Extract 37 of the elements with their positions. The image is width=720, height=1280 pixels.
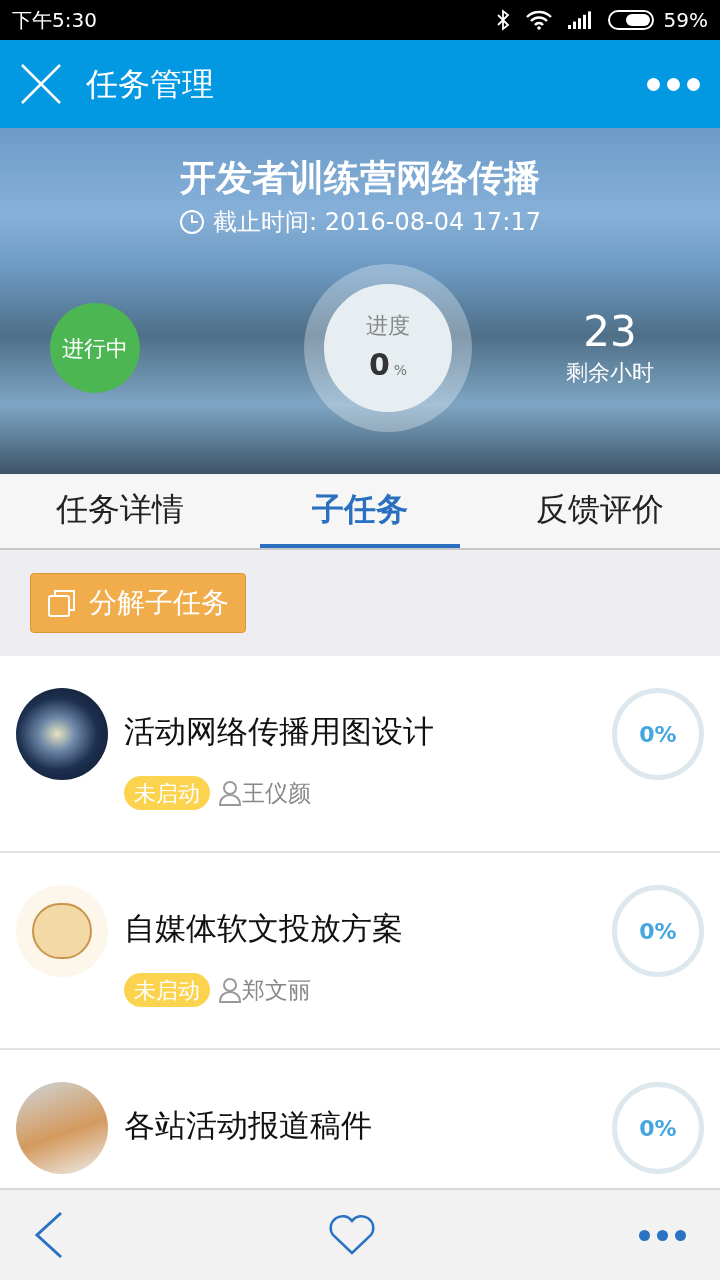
status-badge: 进行中	[50, 303, 140, 393]
remaining-label: 剩余小时	[566, 358, 654, 387]
subtask-title: 活动网络传播用图设计	[124, 712, 435, 751]
task-title: 开发者训练营网络传播	[180, 156, 540, 200]
percent-label: 0%	[639, 1114, 677, 1143]
favorite-button[interactable]	[327, 1214, 376, 1256]
wifi-icon	[525, 10, 552, 30]
status-tag: 未启动	[124, 973, 210, 1008]
progress-value: 0	[368, 346, 390, 384]
signal-icon	[567, 11, 592, 29]
close-button[interactable]	[20, 63, 62, 105]
bluetooth-icon	[495, 9, 510, 31]
subtask-row[interactable]: 各站活动报道稿件 0%	[0, 1050, 720, 1188]
subtask-title: 各站活动报道稿件	[124, 1106, 373, 1145]
tab[interactable]: 任务详情	[20, 474, 220, 548]
subtask-title: 自媒体软文投放方案	[124, 909, 404, 948]
person-icon	[218, 977, 242, 1004]
progress-label: 进度	[366, 312, 410, 340]
page-title: 任务管理	[86, 64, 214, 105]
subtask-row[interactable]: 自媒体软文投放方案 未启动 郑文丽 0%	[0, 853, 720, 1050]
tab[interactable]: 反馈评价	[500, 474, 700, 548]
status-time: 下午5:30	[12, 7, 97, 34]
percent-label: 0%	[639, 720, 677, 749]
battery-icon	[607, 9, 656, 31]
deadline-text: 截止时间: 2016-08-04 17:17	[213, 207, 541, 238]
battery-percent: 59%	[663, 7, 708, 34]
person-icon	[218, 780, 242, 807]
back-button[interactable]	[34, 1211, 64, 1259]
clock-icon	[179, 209, 205, 235]
percent-label: 0%	[639, 917, 677, 946]
subtask-row[interactable]: 活动网络传播用图设计 未启动 王仪颜 0%	[0, 656, 720, 853]
assignee-name: 王仪颜	[242, 779, 311, 808]
status-tag: 未启动	[124, 776, 210, 811]
progress-unit: %	[393, 361, 408, 380]
assignee-name: 郑文丽	[242, 976, 311, 1005]
remaining-hours: 23	[583, 307, 637, 356]
copy-icon	[47, 588, 77, 618]
